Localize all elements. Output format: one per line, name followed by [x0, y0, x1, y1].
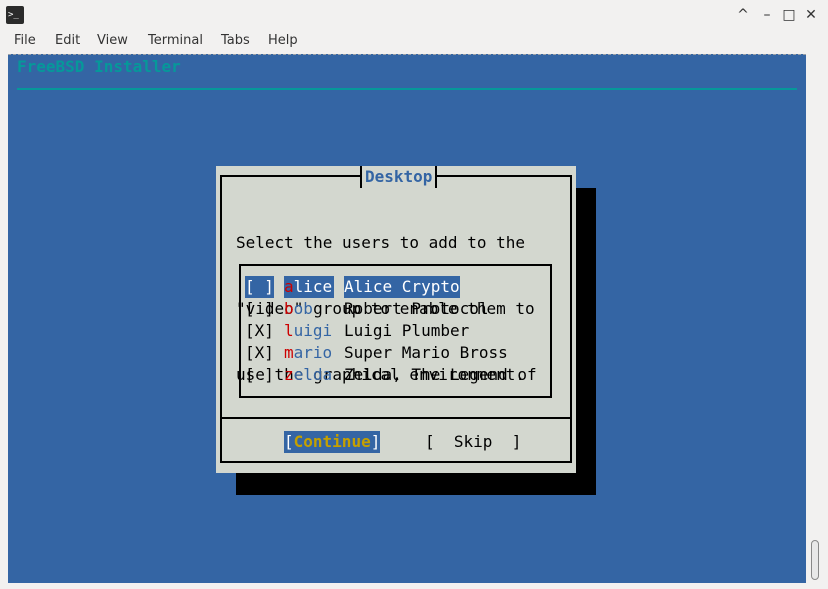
terminal-scrollbar[interactable]	[808, 54, 826, 583]
hotkey-letter: l	[284, 321, 294, 340]
user-item-luigi[interactable]: [X] luigi Luigi Plumber	[245, 320, 537, 342]
user-item-alice[interactable]: [ ] alice Alice Crypto	[245, 276, 537, 298]
checkbox[interactable]: [X]	[245, 320, 284, 342]
menu-help[interactable]: Help	[268, 33, 298, 48]
continue-button[interactable]: [Continue]	[284, 431, 381, 453]
menu-view[interactable]: View	[97, 33, 128, 48]
hotkey-letter: b	[284, 299, 294, 318]
terminal-screen[interactable]: FreeBSD Installer Desktop Select the use…	[8, 54, 806, 583]
user-description: Robert Protocol	[344, 299, 489, 318]
title-rule	[17, 88, 797, 90]
desktop-dialog: Desktop Select the users to add to the "…	[216, 166, 576, 473]
user-item-zelda[interactable]: [ ] zelda Zelda, The Legend of	[245, 364, 537, 386]
tag-rest: elda	[293, 365, 333, 384]
checkbox[interactable]: [ ]	[245, 298, 284, 320]
dialog-buttons: [Continue] [ Skip ]	[216, 431, 576, 453]
menu-terminal[interactable]: Terminal	[148, 33, 203, 48]
user-item-mario[interactable]: [X] mario Super Mario Bross	[245, 342, 537, 364]
menu-tabs[interactable]: Tabs	[221, 33, 250, 48]
user-description: Zelda, The Legend of	[344, 365, 537, 384]
tag-rest: uigi	[293, 321, 333, 340]
user-tag: alice	[284, 276, 334, 298]
bracket: ]	[370, 432, 381, 451]
user-tag: luigi	[284, 320, 344, 342]
user-tag: bob	[284, 298, 344, 320]
checkbox[interactable]: [ ]	[245, 276, 274, 298]
menu-edit[interactable]: Edit	[55, 33, 80, 48]
tag-rest: ario	[293, 343, 333, 362]
terminal-icon: >_	[6, 6, 24, 24]
close-window-icon[interactable]: ✕	[801, 5, 821, 25]
window-titlebar: >_ ^ – □ ✕	[0, 0, 828, 30]
user-description: Alice Crypto	[344, 276, 460, 298]
tag-rest: lice	[293, 277, 333, 296]
tag-rest: ob	[293, 299, 313, 318]
user-tag: mario	[284, 342, 344, 364]
user-item-bob[interactable]: [ ] bob Robert Protocol	[245, 298, 537, 320]
installer-title: FreeBSD Installer	[17, 57, 181, 76]
menu-file[interactable]: File	[14, 33, 36, 48]
minimize-window-icon[interactable]: –	[757, 5, 777, 25]
skip-button[interactable]: [ Skip ]	[425, 431, 521, 453]
user-description: Super Mario Bross	[344, 343, 508, 362]
checkbox[interactable]: [ ]	[245, 364, 284, 386]
message-line: Select the users to add to the	[236, 233, 525, 252]
user-checklist: [ ] alice Alice Crypto [ ] bob Robert Pr…	[239, 264, 552, 398]
continue-label: Continue	[293, 432, 371, 451]
menu-bar: File Edit View Terminal Tabs Help	[0, 30, 828, 54]
user-tag: zelda	[284, 364, 344, 386]
scrollbar-thumb[interactable]	[811, 540, 819, 580]
shade-window-icon[interactable]: ^	[733, 5, 753, 25]
hotkey-letter: m	[284, 343, 294, 362]
bracket: [	[284, 432, 294, 451]
hotkey-letter: a	[284, 277, 294, 296]
maximize-window-icon[interactable]: □	[779, 5, 799, 25]
hotkey-letter: z	[284, 365, 294, 384]
user-description: Luigi Plumber	[344, 321, 470, 340]
dialog-title: Desktop	[360, 166, 438, 188]
checkbox[interactable]: [X]	[245, 342, 284, 364]
